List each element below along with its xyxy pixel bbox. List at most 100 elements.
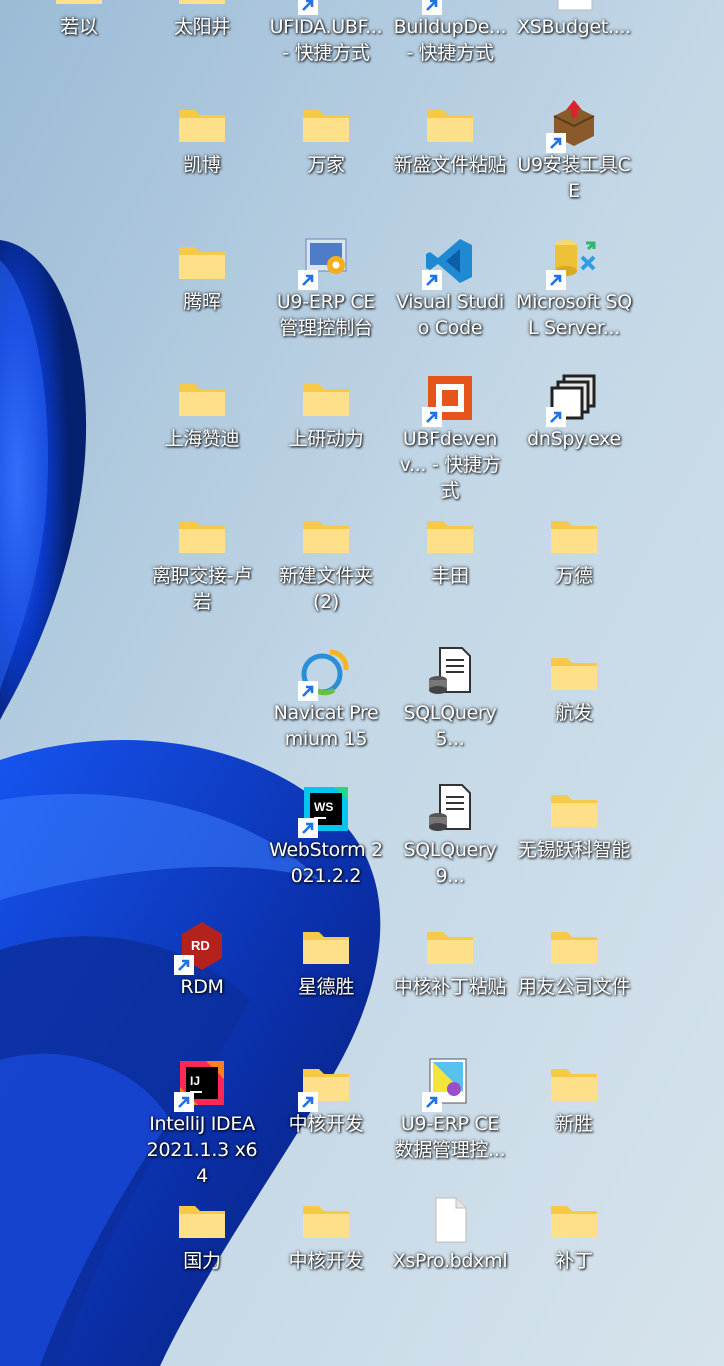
desktop-icon[interactable]: 丰田 [391, 509, 509, 589]
desktop-icon[interactable]: 中核补丁粘贴 [391, 920, 509, 1000]
desktop-icon-label: SQLQuery5... [403, 702, 497, 750]
desktop-icon-label: RDM [180, 976, 224, 998]
desktop-icon-label: 凯博 [183, 154, 221, 176]
buildup-app-icon [422, 0, 476, 15]
sql-server-icon [546, 235, 600, 290]
desktop-icon[interactable]: IJ IntelliJ IDEA 2021.1.3 x64 [143, 1057, 261, 1189]
desktop-icon[interactable]: 上研动力 [267, 372, 385, 452]
svg-text:RD: RD [191, 938, 210, 953]
shortcut-arrow-icon [298, 681, 318, 701]
folder-icon [300, 372, 352, 424]
shortcut-arrow-icon [174, 955, 194, 975]
desktop-icon[interactable]: UBFdevenv... - 快捷方式 [391, 372, 509, 504]
desktop-icon[interactable]: SQLQuery5... [391, 646, 509, 752]
ubf-devenv-icon [422, 372, 476, 427]
desktop-icon[interactable]: Navicat Premium 15 [267, 646, 385, 752]
shortcut-arrow-icon [546, 133, 566, 153]
shortcut-arrow-icon [298, 0, 318, 15]
desktop-icon-label: BuildupDe... - 快捷方式 [393, 16, 507, 64]
desktop-icon[interactable]: 新建文件夹 (2) [267, 509, 385, 615]
folder-icon [300, 1194, 352, 1246]
folder-icon [548, 783, 600, 835]
desktop-icon-label: SQLQuery9... [403, 839, 497, 887]
folder-icon [300, 509, 352, 561]
desktop-icon[interactable]: 新胜 [515, 1057, 633, 1137]
desktop-icon[interactable]: XsPro.bdxml [391, 1194, 509, 1274]
desktop-icon-label: dnSpy.exe [527, 428, 621, 450]
desktop-icon[interactable]: dnSpy.exe [515, 372, 633, 452]
desktop-icon[interactable]: 星德胜 [267, 920, 385, 1000]
desktop-icon[interactable]: 太阳井 [143, 0, 261, 40]
desktop-icon[interactable]: 中核开发 [267, 1057, 385, 1137]
u9-data-icon [422, 1057, 476, 1112]
desktop-icon[interactable]: 万家 [267, 98, 385, 178]
desktop-icon[interactable]: 新盛文件粘贴 [391, 98, 509, 178]
u9-console-icon [298, 235, 352, 290]
document-icon [548, 0, 600, 12]
desktop-icon[interactable]: 中核开发 [267, 1194, 385, 1274]
desktop-icon[interactable]: 腾晖 [143, 235, 261, 315]
vscode-icon [422, 235, 476, 290]
folder-icon [176, 235, 228, 287]
intellij-icon: IJ [174, 1057, 228, 1112]
desktop-icon-label: 太阳井 [173, 16, 231, 38]
folder-icon [548, 1194, 600, 1246]
desktop-icon-label: 中核开发 [288, 1250, 364, 1272]
desktop-icon[interactable]: SQLQuery9... [391, 783, 509, 889]
desktop-icon[interactable]: UFIDA.UBF... - 快捷方式 [267, 0, 385, 66]
desktop-icon[interactable]: 无锡跃科智能 [515, 783, 633, 863]
desktop-icon-label: U9安装工具CE [517, 154, 631, 202]
desktop-icon-label: 新盛文件粘贴 [393, 154, 507, 176]
desktop-icon-label: IntelliJ IDEA 2021.1.3 x64 [146, 1113, 258, 1187]
desktop-icon[interactable]: RD RDM [143, 920, 261, 1000]
desktop-icon[interactable]: 万德 [515, 509, 633, 589]
installer-box-icon [546, 98, 600, 153]
shortcut-arrow-icon [422, 1092, 442, 1112]
desktop-icon[interactable]: 离职交接-卢岩 [143, 509, 261, 615]
desktop-icon[interactable]: U9安装工具CE [515, 98, 633, 204]
shortcut-arrow-icon [422, 0, 442, 15]
desktop-icon-label: 中核补丁粘贴 [393, 976, 507, 998]
desktop-icon[interactable]: U9-ERP CE 数据管理控... [391, 1057, 509, 1163]
folder-icon [548, 1057, 600, 1109]
shortcut-arrow-icon [174, 1092, 194, 1112]
folder-icon [298, 1057, 352, 1112]
desktop-icon[interactable]: Microsoft SQL Server... [515, 235, 633, 341]
shortcut-arrow-icon [422, 270, 442, 290]
desktop-icon[interactable]: 补丁 [515, 1194, 633, 1274]
desktop-icon-label: 万德 [555, 565, 593, 587]
svg-text:IJ: IJ [190, 1074, 200, 1088]
folder-icon [53, 0, 105, 12]
desktop-icon[interactable]: 航发 [515, 646, 633, 726]
desktop-icon-label: 无锡跃科智能 [517, 839, 631, 861]
desktop-icon[interactable]: Visual Studio Code [391, 235, 509, 341]
desktop-icon-label: 新胜 [555, 1113, 593, 1135]
desktop-icon-label: 上海赞迪 [164, 428, 240, 450]
desktop-icon-label: 星德胜 [297, 976, 355, 998]
folder-icon [548, 920, 600, 972]
folder-icon [424, 509, 476, 561]
desktop-icon-label: 上研动力 [288, 428, 364, 450]
dnspy-icon [546, 372, 600, 427]
desktop-icon[interactable]: WS WebStorm 2021.2.2 [267, 783, 385, 889]
folder-icon [424, 920, 476, 972]
desktop-icon[interactable]: 凯博 [143, 98, 261, 178]
desktop-icon[interactable]: 上海赞迪 [143, 372, 261, 452]
desktop-icon[interactable]: 若以 [20, 0, 138, 40]
desktop-icon-label: XSBudget.... [517, 16, 631, 38]
desktop-icon[interactable]: BuildupDe... - 快捷方式 [391, 0, 509, 66]
desktop-icon-label: 用友公司文件 [517, 976, 631, 998]
desktop-icon[interactable]: 国力 [143, 1194, 261, 1274]
folder-icon [300, 98, 352, 150]
desktop-icon-label: U9-ERP CE 管理控制台 [276, 291, 376, 339]
desktop-icon[interactable]: 用友公司文件 [515, 920, 633, 1000]
desktop-icon-label: 若以 [60, 16, 98, 38]
desktop-icon-label: 补丁 [555, 1250, 593, 1272]
folder-icon [176, 98, 228, 150]
desktop-icon[interactable]: XSBudget.... [515, 0, 633, 40]
shortcut-arrow-icon [546, 270, 566, 290]
desktop-icon[interactable]: U9-ERP CE 管理控制台 [267, 235, 385, 341]
desktop-icon-label: 腾晖 [183, 291, 221, 313]
folder-icon [176, 1194, 228, 1246]
desktop-icon-label: 国力 [183, 1250, 221, 1272]
